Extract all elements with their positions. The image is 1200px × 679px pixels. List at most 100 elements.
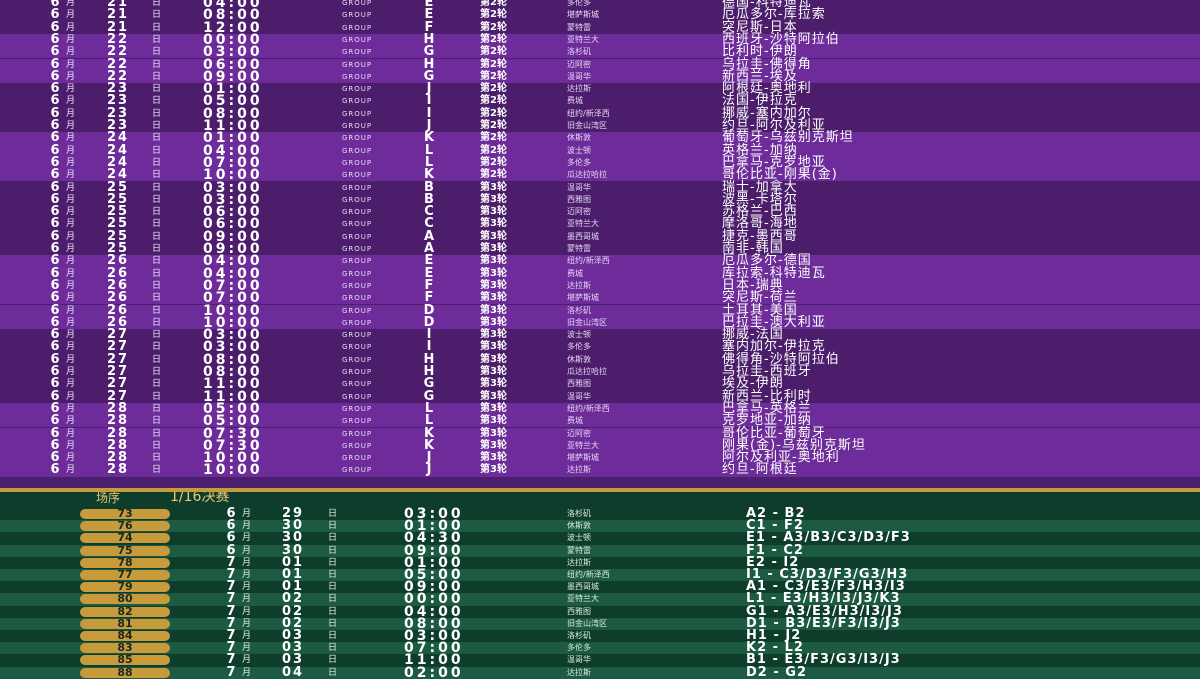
day-unit: 日 (152, 34, 162, 45)
venue: 亚特兰大 (567, 440, 599, 450)
month-unit: 月 (66, 256, 76, 267)
knockout-row: 79 7 月 01 日 09:00 墨西哥城 A1 - C3/E3/F3/H3/I3 (0, 580, 1200, 594)
schedule-row: 6 月 22 日 06:00 GROUP H 第2轮 迈阿密 乌拉圭-佛得角 (0, 57, 1200, 72)
day-unit: 日 (152, 121, 162, 131)
venue: 迈阿密 (567, 207, 591, 217)
group-word: GROUP (342, 441, 373, 450)
group-word: GROUP (342, 35, 373, 44)
round: 第2轮 (480, 70, 507, 82)
venue: 达拉斯 (567, 667, 591, 677)
round: 第2轮 (480, 21, 507, 33)
schedule-row: 6 月 26 日 04:00 GROUP E 第3轮 纽约/新泽西 厄瓜多尔-德国 (0, 254, 1200, 268)
schedule-row: 6 月 21 日 08:00 GROUP E 第2轮 堪萨斯城 厄瓜多尔-库拉索 (0, 8, 1200, 22)
knockout-row: 83 7 月 03 日 07:00 多伦多 K2 - L2 (0, 641, 1200, 655)
day-unit: 日 (328, 667, 338, 678)
day-unit: 日 (152, 194, 162, 205)
schedule-row: 6 月 23 日 01:00 GROUP J 第2轮 达拉斯 阿根廷-奥地利 (0, 82, 1200, 96)
day-unit: 日 (152, 268, 162, 279)
knockout-row: 81 7 月 02 日 08:00 旧金山湾区 D1 - B3/E3/F3/I3/J3 (0, 617, 1200, 631)
round: 第3轮 (480, 267, 507, 279)
round: 第3轮 (480, 181, 507, 193)
venue: 纽约/新泽西 (567, 108, 610, 118)
round: 第2轮 (480, 120, 507, 131)
group-word: GROUP (342, 269, 373, 278)
venue: 蒙特雷 (567, 244, 591, 253)
day-unit: 日 (152, 108, 162, 119)
day-unit: 日 (152, 219, 162, 230)
venue: 迈阿密 (567, 59, 591, 69)
venue: 西雅图 (567, 606, 591, 616)
month-unit: 月 (66, 280, 76, 291)
month-unit: 月 (66, 317, 76, 328)
group-word: GROUP (342, 331, 373, 340)
day-unit: 日 (328, 594, 338, 605)
venue: 温哥华 (567, 182, 591, 192)
venue: 洛杉矶 (567, 47, 591, 57)
venue: 休斯敦 (567, 133, 591, 143)
month-unit: 月 (66, 34, 76, 45)
match-number-badge: 80 (80, 593, 170, 605)
day-unit: 日 (152, 231, 162, 242)
month: 7 (226, 664, 236, 679)
venue: 旧金山湾区 (567, 121, 607, 130)
day-unit: 日 (152, 317, 162, 328)
round: 第3轮 (480, 378, 507, 390)
group-word: GROUP (342, 158, 373, 167)
group-word: GROUP (342, 294, 373, 303)
group-word: GROUP (342, 392, 373, 401)
day-unit: 日 (152, 440, 162, 451)
day-unit: 日 (152, 465, 162, 476)
venue: 多伦多 (567, 342, 591, 352)
group-word: GROUP (342, 417, 373, 426)
venue: 瓜达拉哈拉 (567, 170, 607, 180)
month-unit: 月 (66, 133, 76, 144)
knockout-row: 82 7 月 02 日 04:00 西雅图 G1 - A3/E3/H3/I3/J3 (0, 604, 1200, 619)
group-stage-schedule: 6 月 21 日 04:00 GROUP E 第2轮 多伦多 德国-科特迪瓦 6 月 21 日 08:00 G… (0, 0, 1200, 488)
venue: 波士顿 (567, 533, 591, 543)
group-word: GROUP (342, 232, 373, 241)
day-unit: 日 (328, 618, 338, 629)
month-unit: 月 (242, 545, 252, 556)
group-word: GROUP (342, 134, 373, 143)
day-unit: 日 (328, 545, 338, 556)
day-unit: 日 (328, 509, 338, 519)
month-unit: 月 (242, 631, 252, 641)
month-unit: 月 (66, 367, 76, 377)
group-word: GROUP (342, 355, 373, 364)
month-unit: 月 (66, 465, 76, 476)
month-unit: 月 (66, 182, 76, 193)
day-unit: 日 (152, 133, 162, 144)
group-word: GROUP (342, 466, 373, 475)
kickoff-time: 10:00 (203, 462, 263, 479)
month-unit: 月 (66, 96, 76, 107)
group-word: GROUP (342, 23, 373, 32)
group-word: GROUP (342, 380, 373, 389)
group-word: GROUP (342, 97, 373, 106)
month-unit: 月 (66, 428, 76, 439)
month-unit: 月 (242, 594, 252, 605)
month-unit: 月 (66, 59, 76, 70)
venue: 多伦多 (567, 0, 591, 7)
schedule-row: 6 月 27 日 11:00 GROUP G 第3轮 温哥华 新西兰-比利时 (0, 389, 1200, 404)
day-unit: 日 (152, 293, 162, 304)
month-unit: 月 (66, 207, 76, 218)
group-word: GROUP (342, 220, 373, 229)
knockout-row: 88 7 月 04 日 02:00 达拉斯 D2 - G2 (0, 664, 1200, 679)
group-word: GROUP (342, 183, 373, 192)
match-number-badge: 81 (80, 618, 170, 629)
venue: 堪萨斯城 (567, 10, 599, 20)
schedule-row: 6 月 21 日 04:00 GROUP E 第2轮 多伦多 德国-科特迪瓦 (0, 0, 1200, 10)
day-unit: 日 (328, 655, 338, 666)
venue: 亚特兰大 (567, 34, 599, 44)
month-unit: 月 (242, 582, 252, 593)
round: 第3轮 (480, 402, 507, 414)
day-unit: 日 (152, 379, 162, 390)
venue: 堪萨斯城 (567, 293, 599, 303)
day-unit: 日 (152, 403, 162, 414)
group-word: GROUP (342, 109, 373, 118)
day-unit: 日 (328, 570, 338, 580)
knockout-row: 73 6 月 29 日 03:00 洛杉矶 A2 - B2 (0, 507, 1200, 521)
round: 第2轮 (480, 58, 507, 70)
group-word: GROUP (342, 318, 373, 327)
knockout-row: 85 7 月 03 日 11:00 温哥华 B1 - E3/F3/G3/I3/J3 (0, 653, 1200, 668)
